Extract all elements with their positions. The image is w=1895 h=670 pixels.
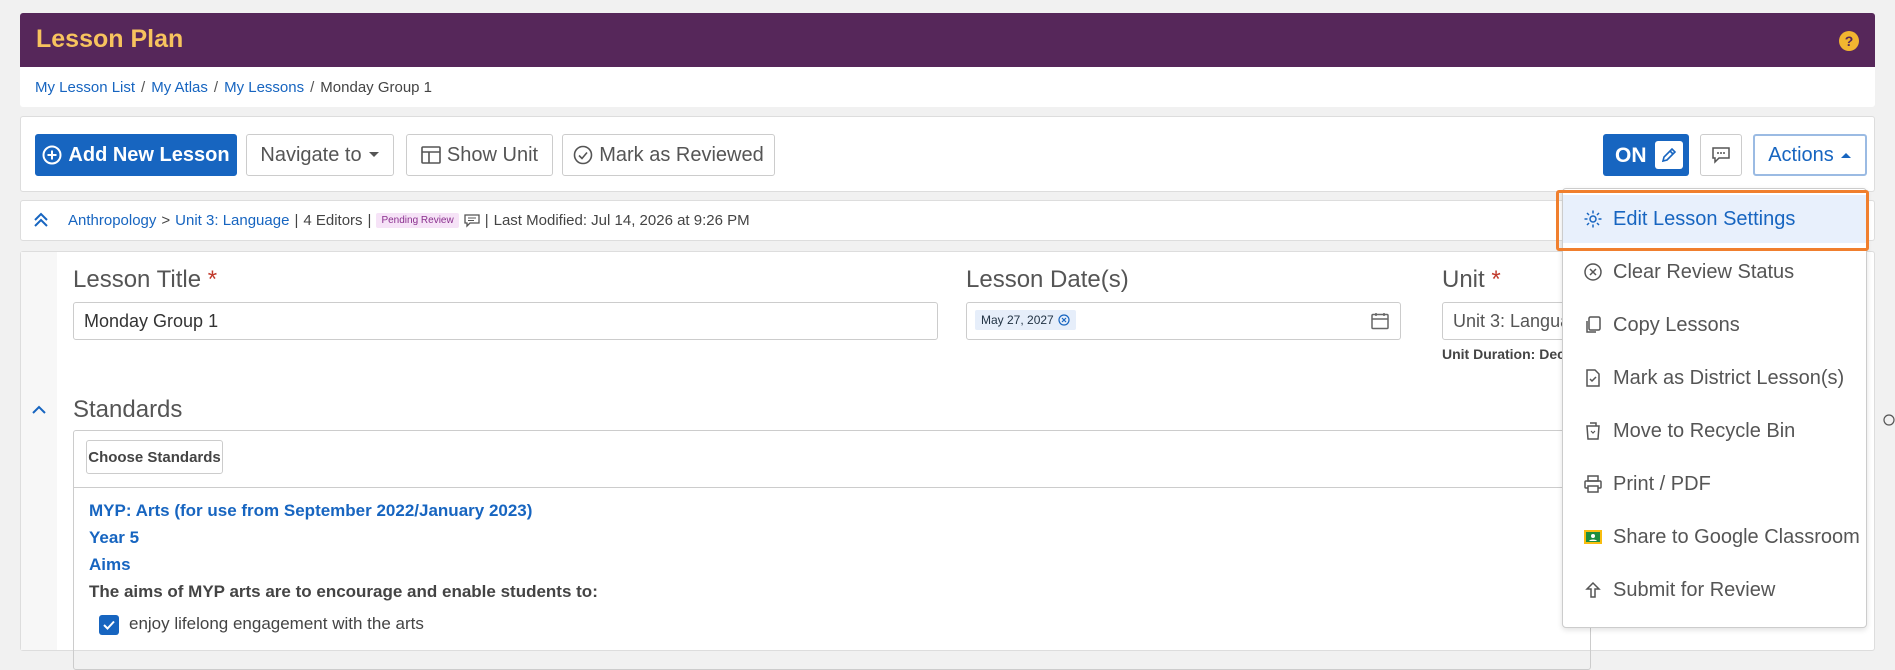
menu-item-label: Move to Recycle Bin <box>1613 419 1796 442</box>
add-new-lesson-label: Add New Lesson <box>68 143 230 166</box>
breadcrumb-my-lesson-list[interactable]: My Lesson List <box>35 79 135 96</box>
breadcrumb-my-atlas[interactable]: My Atlas <box>151 79 208 96</box>
menu-item-label: Edit Lesson Settings <box>1613 207 1796 230</box>
double-chevron-up-icon[interactable] <box>32 211 50 229</box>
printer-icon <box>1584 475 1602 493</box>
show-unit-button[interactable]: Show Unit <box>406 134 553 176</box>
menu-item-edit-lesson-settings[interactable]: Edit Lesson Settings <box>1563 195 1866 243</box>
pencil-icon <box>1655 141 1683 169</box>
breadcrumb: My Lesson List / My Atlas / My Lessons / Monda… <box>20 67 1875 107</box>
navigate-to-dropdown[interactable]: Navigate to <box>246 134 394 176</box>
show-unit-label: Show Unit <box>446 143 539 166</box>
toolbar: Add New Lesson Navigate to Show Unit Mar… <box>20 116 1875 192</box>
breadcrumb-separator: / <box>310 79 315 96</box>
close-icon[interactable] <box>1883 414 1895 426</box>
menu-item-label: Copy Lessons <box>1613 313 1740 336</box>
standard-framework[interactable]: MYP: Arts (for use from September 2022/J… <box>89 501 532 521</box>
menu-item-clear-review-status[interactable]: Clear Review Status <box>1563 248 1866 296</box>
course-link[interactable]: Anthropology <box>68 212 156 229</box>
add-new-lesson-button[interactable]: Add New Lesson <box>35 134 237 176</box>
menu-item-submit-for-review[interactable]: Submit for Review <box>1563 566 1866 614</box>
mark-as-reviewed-label: Mark as Reviewed <box>599 143 764 166</box>
check-circle-icon <box>573 145 593 165</box>
menu-item-label: Clear Review Status <box>1613 260 1795 283</box>
date-chip: May 27, 2027 <box>975 310 1076 330</box>
date-chip-label: May 27, 2027 <box>981 313 1054 327</box>
divider <box>74 487 1590 488</box>
gear-icon <box>1584 210 1602 228</box>
breadcrumb-my-lessons[interactable]: My Lessons <box>224 79 304 96</box>
lesson-dates-input[interactable]: May 27, 2027 <box>966 302 1401 340</box>
checkmark-icon <box>103 620 115 630</box>
google-classroom-icon <box>1584 530 1602 544</box>
lesson-title-label-text: Lesson Title <box>73 266 202 293</box>
menu-item-mark-as-district[interactable]: Mark as District Lesson(s) <box>1563 354 1866 402</box>
meta-divider: | <box>294 212 299 229</box>
page-title: Lesson Plan <box>36 25 184 53</box>
comments-button[interactable] <box>1700 134 1742 176</box>
unit-label: Unit * <box>1442 266 1501 294</box>
menu-item-copy-lessons[interactable]: Copy Lessons <box>1563 301 1866 349</box>
plus-circle-icon <box>42 145 62 165</box>
lesson-dates-label: Lesson Date(s) <box>966 266 1129 293</box>
meta-divider: | <box>367 212 372 229</box>
breadcrumb-separator: / <box>213 79 219 96</box>
standard-checkbox[interactable] <box>99 615 119 635</box>
standard-intro: The aims of MYP arts are to encourage an… <box>89 582 598 601</box>
x-circle-icon <box>1584 263 1602 281</box>
caret-up-icon <box>1840 153 1851 158</box>
recycle-bin-icon <box>1586 422 1600 440</box>
unit-link[interactable]: Unit 3: Language <box>175 212 289 229</box>
comment-icon[interactable] <box>464 213 480 228</box>
comment-icon <box>1712 147 1730 164</box>
left-rail <box>21 252 57 650</box>
caret-down-icon <box>368 152 379 157</box>
menu-item-label: Mark as District Lesson(s) <box>1613 366 1845 389</box>
mark-as-reviewed-button[interactable]: Mark as Reviewed <box>562 134 775 176</box>
course-unit-separator: > <box>161 212 171 229</box>
lesson-title-input[interactable]: Monday Group 1 <box>73 302 938 340</box>
menu-item-move-to-recycle-bin[interactable]: Move to Recycle Bin <box>1563 407 1866 455</box>
menu-item-label: Share to Google Classroom <box>1613 525 1860 548</box>
unit-label-text: Unit <box>1442 266 1485 293</box>
layout-icon <box>421 146 441 164</box>
actions-menu: Edit Lesson Settings Clear Review Status… <box>1562 188 1867 628</box>
status-badge: Pending Review <box>376 213 459 228</box>
meta-divider: | <box>484 212 489 229</box>
standards-box: Choose Standards <box>73 430 1591 670</box>
upload-icon <box>1585 581 1601 598</box>
edit-mode-toggle[interactable]: ON <box>1603 134 1689 176</box>
standard-year[interactable]: Year 5 <box>89 528 139 548</box>
page-header: Lesson Plan ? <box>20 13 1875 67</box>
unit-duration: Unit Duration: Dec <box>1442 346 1565 362</box>
choose-standards-button[interactable]: Choose Standards <box>86 440 223 474</box>
required-marker: * <box>207 266 218 293</box>
help-icon[interactable]: ? <box>1839 31 1859 51</box>
actions-label: Actions <box>1768 143 1834 166</box>
breadcrumb-current: Monday Group 1 <box>320 79 433 96</box>
copy-icon <box>1586 316 1601 333</box>
toggle-label: ON <box>1615 144 1647 167</box>
standards-label: Standards <box>73 396 183 423</box>
menu-item-label: Submit for Review <box>1613 578 1776 601</box>
menu-item-share-to-google-classroom[interactable]: Share to Google Classroom <box>1563 513 1866 561</box>
breadcrumb-separator: / <box>141 79 146 96</box>
lesson-title-label: Lesson Title * <box>73 266 217 294</box>
standard-section[interactable]: Aims <box>89 555 131 575</box>
file-check-icon <box>1586 369 1600 387</box>
required-marker: * <box>1491 266 1501 293</box>
editors-count: 4 Editors <box>303 212 363 229</box>
calendar-icon[interactable] <box>1370 311 1390 331</box>
actions-dropdown-button[interactable]: Actions <box>1753 134 1867 176</box>
standard-item-label: enjoy lifelong engagement with the arts <box>129 614 424 633</box>
menu-item-print-pdf[interactable]: Print / PDF <box>1563 460 1866 508</box>
last-modified: Last Modified: Jul 14, 2026 at 9:26 PM <box>493 212 750 229</box>
remove-date-icon[interactable] <box>1058 314 1070 326</box>
menu-item-label: Print / PDF <box>1613 472 1711 495</box>
chevron-up-icon[interactable] <box>31 403 47 415</box>
navigate-to-label: Navigate to <box>260 143 362 166</box>
